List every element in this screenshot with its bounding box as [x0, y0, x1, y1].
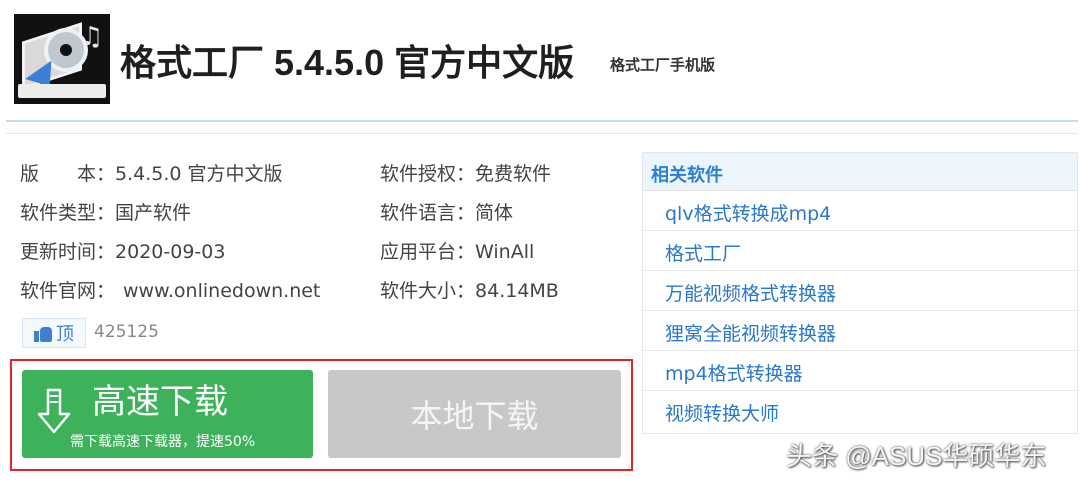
header-divider: [6, 120, 1078, 122]
info-language-value: 简体: [475, 202, 514, 224]
info-updated-label: 更新时间：: [20, 241, 116, 263]
related-item-label[interactable]: 格式工厂: [665, 239, 741, 266]
info-website-value[interactable]: www.onlinedown.net: [123, 280, 320, 302]
info-updated: 更新时间：2020-09-03: [20, 240, 225, 264]
info-platform-value: WinAll: [475, 241, 535, 263]
related-software-panel: 相关软件 qlv格式转换成mp4 格式工厂 万能视频格式转换器 狸窝全能视频转换…: [642, 152, 1078, 434]
info-license: 软件授权：免费软件: [380, 162, 551, 186]
page-title: 格式工厂 5.4.5.0 官方中文版: [120, 42, 575, 83]
related-item[interactable]: 视频转换大师: [643, 391, 1077, 431]
related-software-title: 相关软件: [651, 165, 723, 186]
info-type: 软件类型：国产软件: [20, 201, 191, 225]
watermark: 头条 @ASUS华硕华东: [786, 441, 1047, 471]
like-label: 顶: [56, 324, 74, 345]
info-license-label: 软件授权：: [380, 163, 476, 185]
info-language-label: 软件语言：: [380, 202, 476, 224]
info-version-value: 5.4.5.0 官方中文版: [115, 163, 283, 185]
info-website-label: 软件官网：: [20, 280, 116, 302]
info-type-value: 国产软件: [115, 202, 192, 224]
mobile-version-link[interactable]: 格式工厂手机版: [610, 54, 715, 75]
fast-download-sublabel: 需下载高速下载器，提速50%: [70, 434, 256, 450]
info-size-label: 软件大小：: [380, 280, 476, 302]
related-item[interactable]: qlv格式转换成mp4: [643, 191, 1077, 231]
info-version-label: 版 本：: [20, 163, 116, 185]
info-size: 软件大小：84.14MB: [380, 279, 559, 303]
related-item-label[interactable]: qlv格式转换成mp4: [665, 199, 831, 226]
like-button[interactable]: 顶: [22, 318, 86, 348]
music-note-icon: ♫: [80, 22, 104, 52]
logo-base: [18, 84, 106, 98]
download-arrow-icon: [37, 388, 71, 434]
info-website: 软件官网： www.onlinedown.net: [20, 279, 320, 303]
fast-download-label: 高速下载: [92, 382, 228, 422]
related-item-label[interactable]: 视频转换大师: [665, 399, 779, 426]
info-platform-label: 应用平台：: [380, 241, 476, 263]
format-factory-logo: ♫: [14, 14, 110, 104]
info-type-label: 软件类型：: [20, 202, 116, 224]
related-item-label[interactable]: 狸窝全能视频转换器: [665, 319, 836, 346]
fast-download-button[interactable]: 高速下载 需下载高速下载器，提速50%: [22, 370, 313, 458]
info-version: 版 本：5.4.5.0 官方中文版: [20, 162, 283, 186]
info-size-value: 84.14MB: [475, 280, 559, 302]
related-item[interactable]: 格式工厂: [643, 231, 1077, 271]
like-count: 425125: [94, 322, 159, 342]
info-language: 软件语言：简体: [380, 201, 513, 225]
related-item-label[interactable]: 万能视频格式转换器: [665, 279, 836, 306]
local-download-button[interactable]: 本地下载: [328, 370, 621, 458]
thumbs-up-icon: [34, 324, 52, 342]
info-updated-value: 2020-09-03: [115, 241, 226, 263]
related-software-header: 相关软件: [643, 153, 1077, 191]
related-item[interactable]: 万能视频格式转换器: [643, 271, 1077, 311]
related-item[interactable]: mp4格式转换器: [643, 351, 1077, 391]
info-platform: 应用平台：WinAll: [380, 240, 534, 264]
header-divider-secondary: [6, 133, 1078, 134]
related-item-label[interactable]: mp4格式转换器: [665, 359, 803, 386]
related-item[interactable]: 狸窝全能视频转换器: [643, 311, 1077, 351]
info-license-value: 免费软件: [475, 163, 552, 185]
